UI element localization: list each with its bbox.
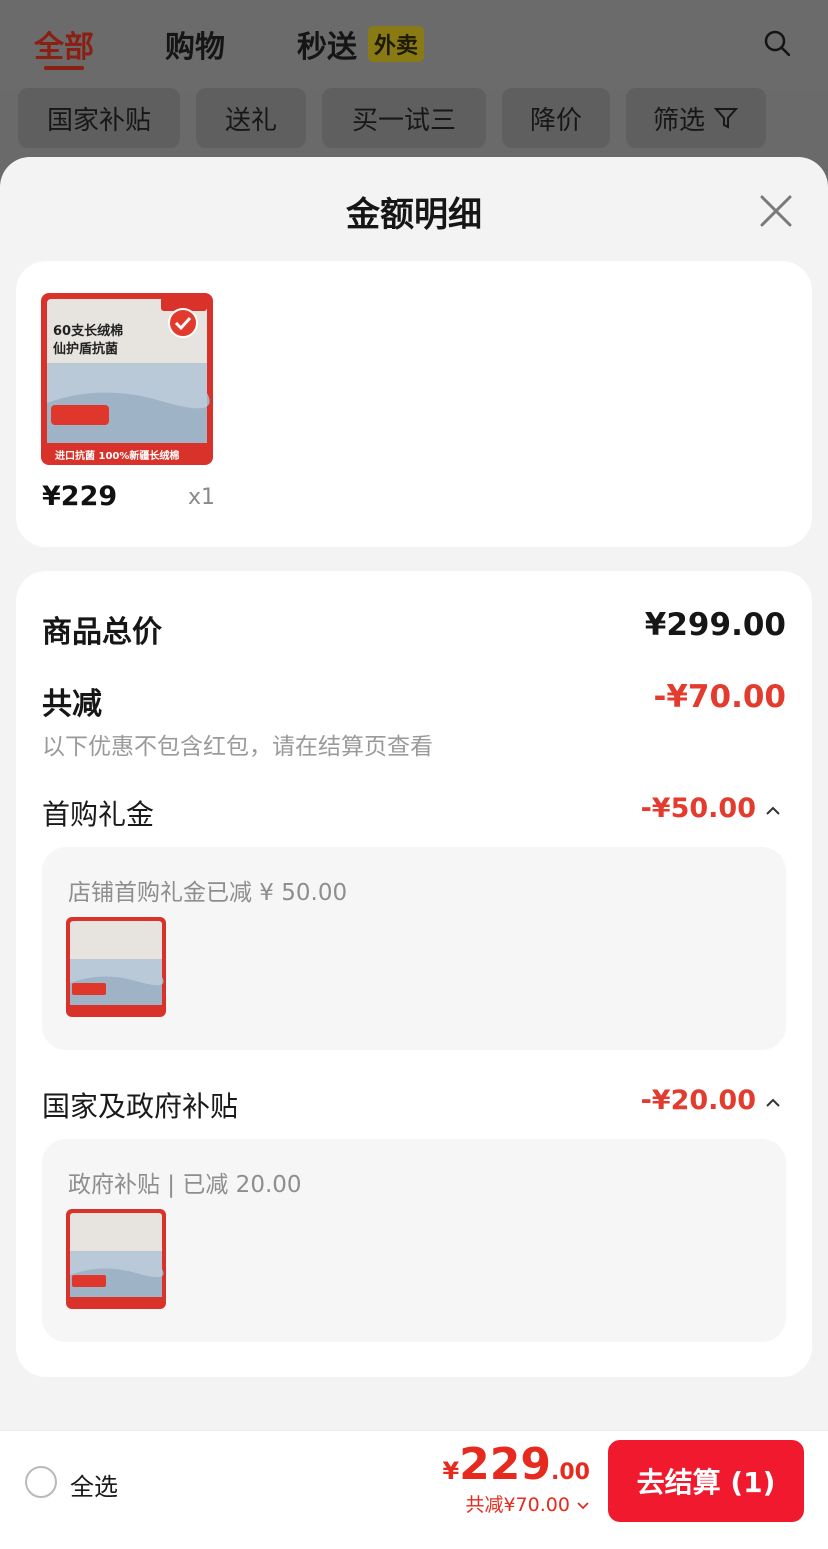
first-purchase-gift-detail: 店铺首购礼金已减 ¥ 50.00 bbox=[42, 847, 786, 1050]
tab-express[interactable]: 秒送 bbox=[297, 22, 357, 66]
checkout-button[interactable]: 去结算 (1) bbox=[608, 1440, 804, 1522]
first-purchase-gift-label: 首购礼金 bbox=[42, 798, 155, 831]
chip-buy-one-try-three[interactable]: 买一试三 bbox=[322, 88, 486, 148]
first-purchase-gift-detail-text: 店铺首购礼金已减 ¥ 50.00 bbox=[68, 880, 348, 906]
product-image-graphic: 60支长绒棉 仙护盾抗菌 进口抗菌 100%新疆长绒棉 bbox=[41, 293, 213, 465]
product-quantity: x1 bbox=[188, 485, 216, 510]
discount-label: 共减 bbox=[42, 687, 102, 722]
tab-all[interactable]: 全部 bbox=[34, 22, 94, 66]
order-total: ¥229.00 共减¥70.00 bbox=[442, 1439, 590, 1517]
tab-shopping[interactable]: 购物 bbox=[165, 22, 225, 66]
total-integer: 229 bbox=[459, 1439, 552, 1490]
background-tab-bar: 全部 购物 秒送 外卖 bbox=[0, 0, 828, 90]
chip-national-subsidy[interactable]: 国家补贴 bbox=[18, 88, 180, 148]
government-subsidy-detail-text: 政府补贴 | 已减 20.00 bbox=[68, 1172, 302, 1198]
discount-value: -¥70.00 bbox=[653, 679, 787, 715]
close-icon[interactable] bbox=[756, 191, 796, 231]
price-detail-card: 商品总价 ¥299.00 共减 -¥70.00 以下优惠不包含红包，请在结算页查… bbox=[16, 571, 812, 1377]
checkout-bar: 全选 ¥229.00 共减¥70.00 去结算 (1) bbox=[0, 1430, 828, 1549]
total-saved-text: 共减¥70.00 bbox=[465, 1494, 570, 1516]
sheet-title: 金额明细 bbox=[346, 195, 482, 235]
product-image[interactable]: 60支长绒棉 仙护盾抗菌 进口抗菌 100%新疆长绒棉 bbox=[41, 293, 213, 465]
chip-gift[interactable]: 送礼 bbox=[196, 88, 306, 148]
government-subsidy-value[interactable]: -¥20.00 bbox=[641, 1085, 756, 1116]
select-all-label[interactable]: 全选 bbox=[70, 1467, 118, 1502]
product-footer-text: 进口抗菌 100%新疆长绒棉 bbox=[55, 449, 179, 462]
total-currency: ¥ bbox=[442, 1457, 460, 1485]
government-subsidy-label: 国家及政府补贴 bbox=[42, 1090, 239, 1123]
filter-icon bbox=[713, 108, 739, 129]
amount-detail-sheet: 金额明细 60支长绒棉 仙护盾抗菌 进口抗菌 100%新疆长绒棉 ¥229 x1 bbox=[0, 157, 828, 1549]
takeout-badge: 外卖 bbox=[368, 26, 425, 62]
chevron-down-icon bbox=[577, 1502, 589, 1510]
select-all-radio[interactable] bbox=[25, 1466, 57, 1498]
discount-note: 以下优惠不包含红包，请在结算页查看 bbox=[42, 734, 433, 760]
chip-filter-label: 筛选 bbox=[652, 105, 705, 136]
chip-filter[interactable]: 筛选 bbox=[626, 88, 766, 148]
total-price-label: 商品总价 bbox=[42, 615, 162, 650]
total-saved[interactable]: 共减¥70.00 bbox=[442, 1490, 590, 1517]
total-decimal: .00 bbox=[551, 1460, 590, 1485]
product-headline-2: 仙护盾抗菌 bbox=[53, 341, 118, 357]
first-purchase-gift-value[interactable]: -¥50.00 bbox=[641, 793, 756, 824]
product-price: ¥229 bbox=[42, 481, 118, 512]
tab-active-indicator bbox=[44, 66, 84, 70]
product-thumbnail bbox=[66, 917, 166, 1017]
government-subsidy-detail: 政府补贴 | 已减 20.00 bbox=[42, 1139, 786, 1342]
product-card: 60支长绒棉 仙护盾抗菌 进口抗菌 100%新疆长绒棉 ¥229 x1 bbox=[16, 261, 812, 547]
product-headline-1: 60支长绒棉 bbox=[53, 323, 123, 339]
search-icon[interactable] bbox=[764, 30, 790, 56]
chevron-up-icon[interactable] bbox=[764, 1097, 782, 1109]
total-price-value: ¥299.00 bbox=[644, 607, 786, 643]
product-thumbnail bbox=[66, 1209, 166, 1309]
chevron-up-icon[interactable] bbox=[764, 805, 782, 817]
chip-price-drop[interactable]: 降价 bbox=[502, 88, 610, 148]
